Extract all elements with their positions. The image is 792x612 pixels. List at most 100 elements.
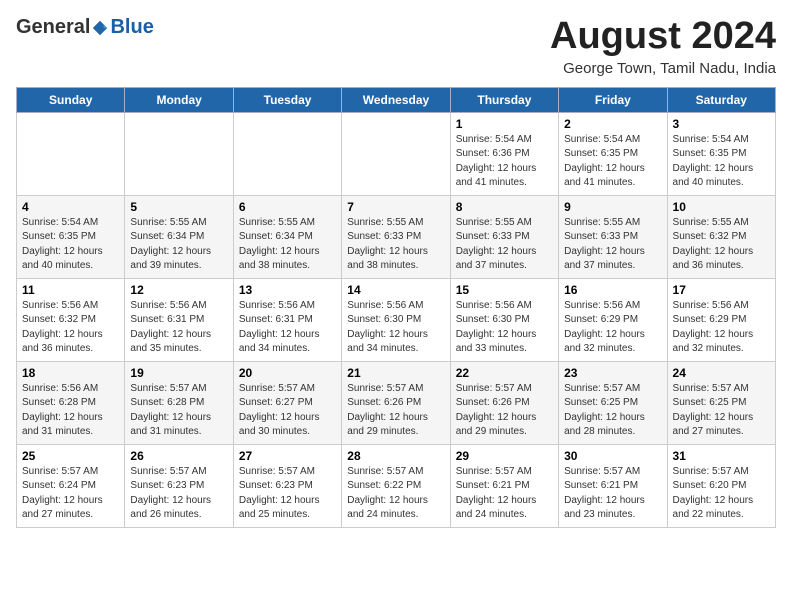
day-info: Sunrise: 5:56 AM Sunset: 6:28 PM Dayligh… (22, 382, 119, 440)
location-text: George Town, Tamil Nadu, India (550, 60, 776, 77)
calendar-cell: 11 Sunrise: 5:56 AM Sunset: 6:32 PM Dayli… (17, 278, 125, 361)
day-info: Sunrise: 5:57 AM Sunset: 6:22 PM Dayligh… (347, 465, 444, 523)
calendar-cell: 20 Sunrise: 5:57 AM Sunset: 6:27 PM Dayli… (233, 361, 341, 444)
calendar-cell: 5 Sunrise: 5:55 AM Sunset: 6:34 PM Daylig… (125, 195, 233, 278)
calendar-day-header: Sunday (17, 87, 125, 112)
calendar-week-row: 1 Sunrise: 5:54 AM Sunset: 6:36 PM Daylig… (17, 112, 776, 195)
calendar-day-header: Thursday (450, 87, 558, 112)
day-number: 21 (347, 366, 444, 380)
day-number: 17 (673, 283, 770, 297)
calendar-cell: 12Sunrise: 5:56 AM Sunset: 6:31 PM Dayli… (125, 278, 233, 361)
day-info: Sunrise: 5:54 AM Sunset: 6:35 PM Dayligh… (673, 133, 770, 191)
day-number: 2 (564, 117, 661, 131)
calendar-week-row: 11 Sunrise: 5:56 AM Sunset: 6:32 PM Dayli… (17, 278, 776, 361)
calendar-cell: 18Sunrise: 5:56 AM Sunset: 6:28 PM Dayli… (17, 361, 125, 444)
day-number: 11 (22, 283, 119, 297)
day-number: 26 (130, 449, 227, 463)
day-info: Sunrise: 5:57 AM Sunset: 6:28 PM Dayligh… (130, 382, 227, 440)
day-info: Sunrise: 5:57 AM Sunset: 6:23 PM Dayligh… (130, 465, 227, 523)
day-number: 13 (239, 283, 336, 297)
day-info: Sunrise: 5:54 AM Sunset: 6:35 PM Dayligh… (22, 216, 119, 274)
day-number: 6 (239, 200, 336, 214)
day-info: Sunrise: 5:57 AM Sunset: 6:23 PM Dayligh… (239, 465, 336, 523)
calendar-cell: 21Sunrise: 5:57 AM Sunset: 6:26 PM Dayli… (342, 361, 450, 444)
calendar-cell: 16 Sunrise: 5:56 AM Sunset: 6:29 PM Dayli… (559, 278, 667, 361)
calendar-cell: 10 Sunrise: 5:55 AM Sunset: 6:32 PM Dayli… (667, 195, 775, 278)
calendar-header-row: SundayMondayTuesdayWednesdayThursdayFrid… (17, 87, 776, 112)
calendar-day-header: Monday (125, 87, 233, 112)
title-block: August 2024 George Town, Tamil Nadu, Ind… (550, 16, 776, 77)
day-info: Sunrise: 5:57 AM Sunset: 6:24 PM Dayligh… (22, 465, 119, 523)
day-number: 7 (347, 200, 444, 214)
calendar-day-header: Saturday (667, 87, 775, 112)
calendar-day-header: Wednesday (342, 87, 450, 112)
calendar-cell: 15 Sunrise: 5:56 AM Sunset: 6:30 PM Dayli… (450, 278, 558, 361)
day-info: Sunrise: 5:57 AM Sunset: 6:27 PM Dayligh… (239, 382, 336, 440)
logo-general-text: General (16, 16, 90, 39)
day-info: Sunrise: 5:55 AM Sunset: 6:32 PM Dayligh… (673, 216, 770, 274)
calendar-cell: 9 Sunrise: 5:55 AM Sunset: 6:33 PM Daylig… (559, 195, 667, 278)
day-info: Sunrise: 5:54 AM Sunset: 6:35 PM Dayligh… (564, 133, 661, 191)
day-number: 10 (673, 200, 770, 214)
day-info: Sunrise: 5:57 AM Sunset: 6:21 PM Dayligh… (564, 465, 661, 523)
day-info: Sunrise: 5:55 AM Sunset: 6:33 PM Dayligh… (456, 216, 553, 274)
calendar-cell: 22 Sunrise: 5:57 AM Sunset: 6:26 PM Dayli… (450, 361, 558, 444)
calendar-cell: 1 Sunrise: 5:54 AM Sunset: 6:36 PM Daylig… (450, 112, 558, 195)
calendar-cell: 7 Sunrise: 5:55 AM Sunset: 6:33 PM Daylig… (342, 195, 450, 278)
calendar-cell (342, 112, 450, 195)
day-number: 1 (456, 117, 553, 131)
day-number: 31 (673, 449, 770, 463)
day-info: Sunrise: 5:56 AM Sunset: 6:29 PM Dayligh… (564, 299, 661, 357)
day-number: 30 (564, 449, 661, 463)
day-number: 9 (564, 200, 661, 214)
calendar-cell: 3 Sunrise: 5:54 AM Sunset: 6:35 PM Daylig… (667, 112, 775, 195)
calendar-cell: 2 Sunrise: 5:54 AM Sunset: 6:35 PM Daylig… (559, 112, 667, 195)
day-info: Sunrise: 5:55 AM Sunset: 6:33 PM Dayligh… (564, 216, 661, 274)
calendar-cell: 31 Sunrise: 5:57 AM Sunset: 6:20 PM Dayli… (667, 444, 775, 527)
calendar-cell: 28 Sunrise: 5:57 AM Sunset: 6:22 PM Dayli… (342, 444, 450, 527)
calendar-day-header: Tuesday (233, 87, 341, 112)
day-info: Sunrise: 5:55 AM Sunset: 6:34 PM Dayligh… (130, 216, 227, 274)
day-number: 28 (347, 449, 444, 463)
day-info: Sunrise: 5:55 AM Sunset: 6:33 PM Dayligh… (347, 216, 444, 274)
calendar-cell (233, 112, 341, 195)
day-number: 24 (673, 366, 770, 380)
logo: General Blue (16, 16, 154, 39)
calendar-cell: 26 Sunrise: 5:57 AM Sunset: 6:23 PM Dayli… (125, 444, 233, 527)
day-number: 15 (456, 283, 553, 297)
day-info: Sunrise: 5:56 AM Sunset: 6:29 PM Dayligh… (673, 299, 770, 357)
day-info: Sunrise: 5:57 AM Sunset: 6:20 PM Dayligh… (673, 465, 770, 523)
calendar-cell: 19Sunrise: 5:57 AM Sunset: 6:28 PM Dayli… (125, 361, 233, 444)
calendar-cell: 17 Sunrise: 5:56 AM Sunset: 6:29 PM Dayli… (667, 278, 775, 361)
calendar-cell (17, 112, 125, 195)
day-number: 16 (564, 283, 661, 297)
day-info: Sunrise: 5:54 AM Sunset: 6:36 PM Dayligh… (456, 133, 553, 191)
logo-icon (91, 19, 109, 37)
calendar-cell (125, 112, 233, 195)
day-info: Sunrise: 5:56 AM Sunset: 6:30 PM Dayligh… (456, 299, 553, 357)
calendar-cell: 8 Sunrise: 5:55 AM Sunset: 6:33 PM Daylig… (450, 195, 558, 278)
calendar-cell: 27 Sunrise: 5:57 AM Sunset: 6:23 PM Dayli… (233, 444, 341, 527)
day-info: Sunrise: 5:56 AM Sunset: 6:32 PM Dayligh… (22, 299, 119, 357)
day-info: Sunrise: 5:56 AM Sunset: 6:31 PM Dayligh… (130, 299, 227, 357)
day-number: 22 (456, 366, 553, 380)
calendar-cell: 29Sunrise: 5:57 AM Sunset: 6:21 PM Dayli… (450, 444, 558, 527)
day-number: 27 (239, 449, 336, 463)
month-title: August 2024 (550, 16, 776, 58)
calendar-week-row: 18Sunrise: 5:56 AM Sunset: 6:28 PM Dayli… (17, 361, 776, 444)
page-header: General Blue August 2024 George Town, Ta… (16, 16, 776, 77)
day-number: 8 (456, 200, 553, 214)
day-number: 14 (347, 283, 444, 297)
day-number: 25 (22, 449, 119, 463)
calendar-table: SundayMondayTuesdayWednesdayThursdayFrid… (16, 87, 776, 528)
calendar-cell: 23 Sunrise: 5:57 AM Sunset: 6:25 PM Dayli… (559, 361, 667, 444)
day-number: 3 (673, 117, 770, 131)
day-number: 23 (564, 366, 661, 380)
calendar-cell: 4Sunrise: 5:54 AM Sunset: 6:35 PM Daylig… (17, 195, 125, 278)
day-number: 20 (239, 366, 336, 380)
day-info: Sunrise: 5:57 AM Sunset: 6:26 PM Dayligh… (456, 382, 553, 440)
calendar-week-row: 25 Sunrise: 5:57 AM Sunset: 6:24 PM Dayli… (17, 444, 776, 527)
day-info: Sunrise: 5:57 AM Sunset: 6:25 PM Dayligh… (564, 382, 661, 440)
day-number: 5 (130, 200, 227, 214)
logo-blue-text: Blue (110, 16, 153, 39)
